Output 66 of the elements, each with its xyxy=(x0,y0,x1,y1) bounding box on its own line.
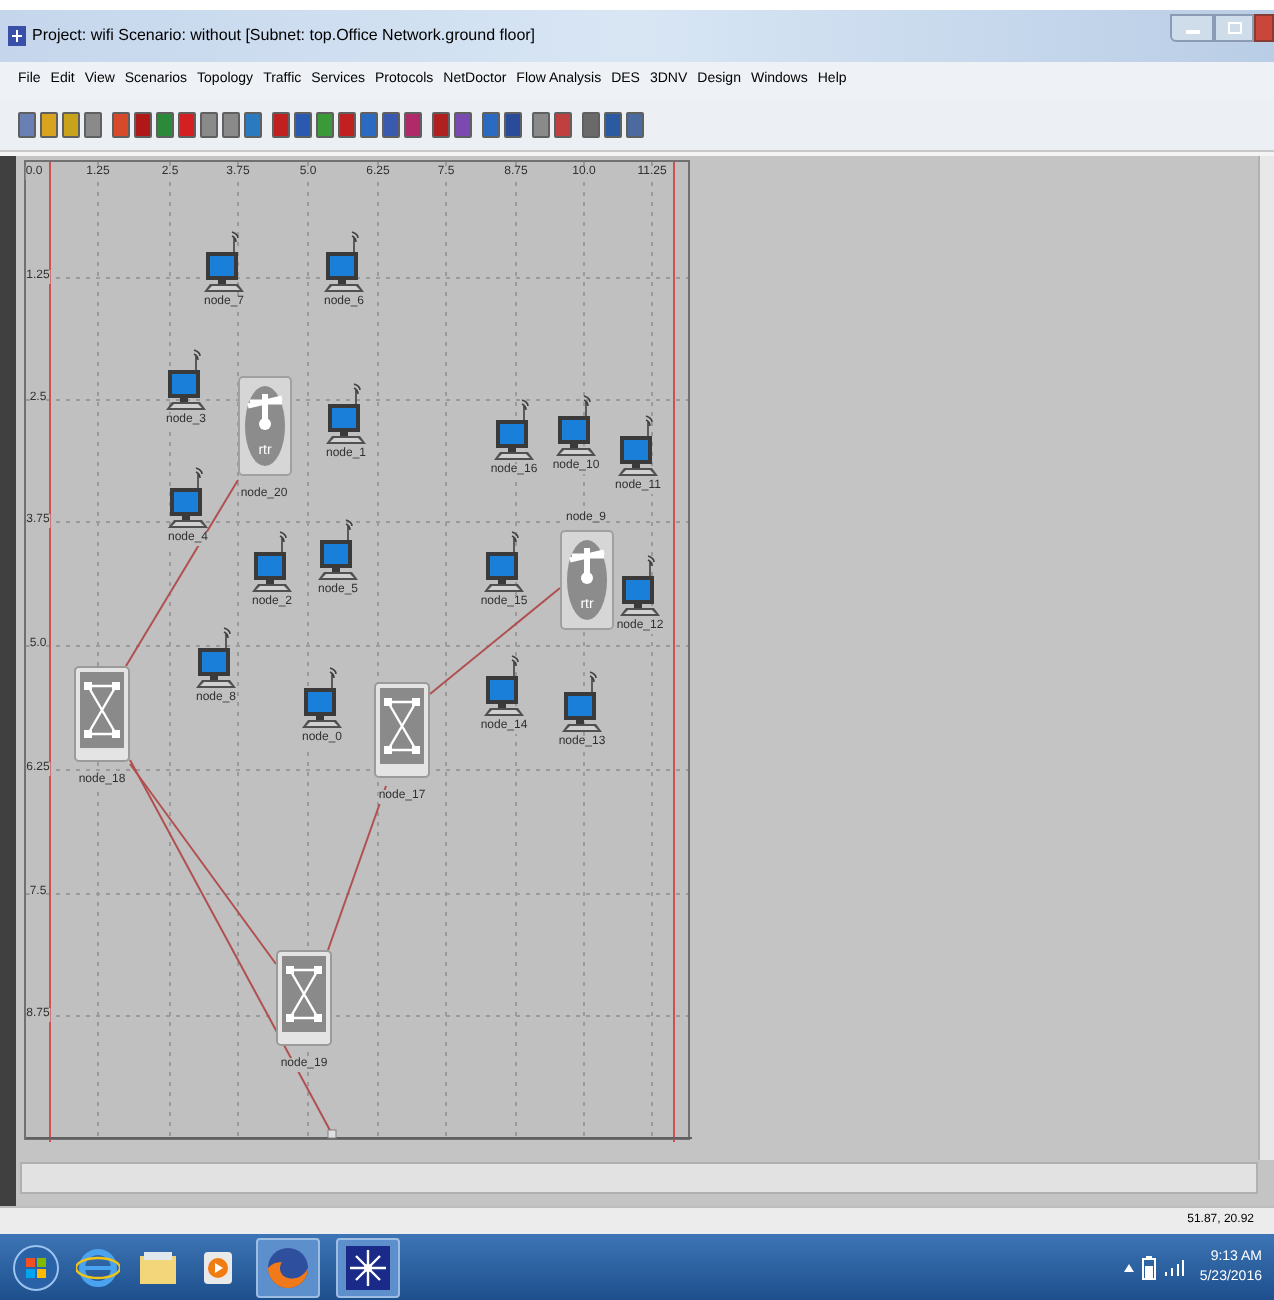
wireless-computer-icon[interactable] xyxy=(616,414,660,478)
toolbar-button[interactable] xyxy=(112,112,130,138)
toolbar-button[interactable] xyxy=(294,112,312,138)
browser-taskbar-button[interactable] xyxy=(256,1237,320,1297)
toolbar-button[interactable] xyxy=(554,112,572,138)
wireless-computer-icon[interactable] xyxy=(166,466,210,530)
toolbar-button[interactable] xyxy=(40,112,58,138)
opnet-taskbar-button[interactable] xyxy=(336,1237,400,1297)
wireless-computer-icon[interactable] xyxy=(560,670,604,734)
toolbar-button[interactable] xyxy=(178,112,196,138)
toolbar-button[interactable] xyxy=(582,112,600,138)
toolbar-button[interactable] xyxy=(62,112,80,138)
toolbar-button[interactable] xyxy=(382,112,400,138)
app-icon xyxy=(8,26,26,46)
vertical-scrollbar[interactable] xyxy=(1258,156,1274,1160)
toolbar-button[interactable] xyxy=(454,112,472,138)
wireless-computer-icon[interactable] xyxy=(324,382,368,446)
start-button[interactable] xyxy=(12,1243,60,1291)
star-burst-icon xyxy=(346,1245,390,1289)
horizontal-scrollbar[interactable] xyxy=(20,1162,1258,1194)
toolbar-button[interactable] xyxy=(18,112,36,138)
toolbar-button[interactable] xyxy=(316,112,334,138)
toolbar-button[interactable] xyxy=(200,112,218,138)
toolbar-button[interactable] xyxy=(532,112,550,138)
wireless-computer-icon[interactable] xyxy=(322,230,366,294)
switch-icon[interactable] xyxy=(276,950,332,1046)
toolbar-button[interactable] xyxy=(338,112,356,138)
signal-icon[interactable] xyxy=(1163,1258,1184,1276)
wireless-computer-icon[interactable] xyxy=(554,394,598,458)
wireless-computer-icon[interactable] xyxy=(316,518,360,582)
wireless-computer-icon[interactable] xyxy=(194,626,238,690)
toolbar-button[interactable] xyxy=(604,112,622,138)
wireless-computer-icon[interactable] xyxy=(202,230,246,294)
switch-icon[interactable] xyxy=(374,682,430,778)
toolbar-button[interactable] xyxy=(222,112,240,138)
browser-e-icon[interactable] xyxy=(76,1243,120,1291)
toolbar-button[interactable] xyxy=(84,112,102,138)
toolbar-button[interactable] xyxy=(156,112,174,138)
wireless-computer-icon[interactable] xyxy=(618,554,662,618)
toolbar-button[interactable] xyxy=(504,112,522,138)
link-line[interactable] xyxy=(129,759,333,1135)
toolbar-button[interactable] xyxy=(482,112,500,138)
wireless-computer-icon[interactable] xyxy=(482,654,526,718)
link-endpoint[interactable] xyxy=(327,1129,337,1139)
toolbar-button[interactable] xyxy=(432,112,450,138)
toolbar-button[interactable] xyxy=(404,112,422,138)
toolbar-button[interactable] xyxy=(134,112,152,138)
toolbar-button[interactable] xyxy=(360,112,378,138)
close-button[interactable] xyxy=(1254,14,1274,42)
toolbar-button[interactable] xyxy=(626,112,644,138)
fox-globe-icon xyxy=(266,1245,310,1289)
tray-arrow-icon[interactable] xyxy=(1123,1263,1134,1271)
minimize-button[interactable] xyxy=(1170,14,1214,42)
toolbar-button[interactable] xyxy=(244,112,262,138)
toolbar-button[interactable] xyxy=(272,112,290,138)
switch-icon[interactable] xyxy=(74,666,130,762)
wireless-computer-icon[interactable] xyxy=(492,398,536,462)
wireless-computer-icon[interactable] xyxy=(482,530,526,594)
wireless-computer-icon[interactable] xyxy=(164,348,208,412)
window-title: Project: wifi Scenario: without [Subnet: top.Office Network.ground floor] xyxy=(32,24,536,48)
link-line[interactable] xyxy=(125,479,239,667)
link-line[interactable] xyxy=(429,587,561,695)
wireless-computer-icon[interactable] xyxy=(300,666,344,730)
maximize-button[interactable] xyxy=(1214,14,1254,42)
wireless-computer-icon[interactable] xyxy=(250,530,294,594)
battery-icon[interactable] xyxy=(1141,1255,1156,1279)
